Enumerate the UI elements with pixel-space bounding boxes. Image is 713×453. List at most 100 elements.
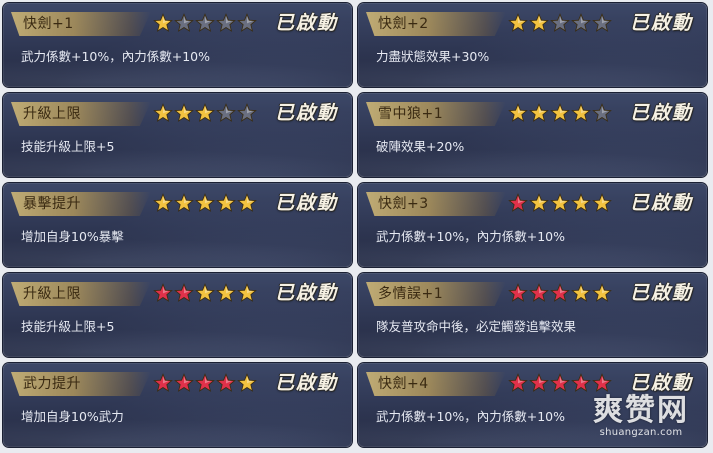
star-rating xyxy=(153,373,257,395)
activated-status: 已啟動 xyxy=(274,282,338,304)
red-star-icon xyxy=(571,373,591,393)
gold-star-icon xyxy=(153,103,173,123)
gold-star-icon xyxy=(216,193,236,213)
empty-star-icon xyxy=(195,13,215,33)
talent-grid: 快劍+1 已啟動 武力係數+10%，內力係數+10% 快劍+2 已啟動 力盡狀態效果+30… xyxy=(0,0,713,453)
star-rating xyxy=(508,13,612,35)
activated-status: 已啟動 xyxy=(629,12,693,34)
red-star-icon xyxy=(174,283,194,303)
talent-card[interactable]: 雪中狼+1 已啟動破陣效果+20% xyxy=(358,93,707,177)
talent-effect: 力盡狀態效果+30% xyxy=(376,49,490,64)
gold-star-icon xyxy=(529,193,549,213)
gold-star-icon xyxy=(508,13,528,33)
site-watermark: 爽赞网 shuangzan.com xyxy=(581,395,701,439)
talent-effect: 技能升級上限+5 xyxy=(21,319,115,334)
star-rating xyxy=(153,103,257,125)
star-rating xyxy=(508,283,612,305)
activated-status: 已啟動 xyxy=(274,192,338,214)
activated-status: 已啟動 xyxy=(274,12,338,34)
gold-star-icon xyxy=(592,283,612,303)
talent-title: 快劍+4 xyxy=(378,376,429,392)
talent-title: 暴擊提升 xyxy=(23,196,81,212)
gold-star-icon xyxy=(550,193,570,213)
talent-effect: 增加自身10%暴擊 xyxy=(21,229,124,244)
star-rating xyxy=(153,283,257,305)
star-rating xyxy=(508,193,612,215)
red-star-icon xyxy=(592,373,612,393)
gold-star-icon xyxy=(195,283,215,303)
empty-star-icon xyxy=(571,13,591,33)
talent-title: 快劍+3 xyxy=(378,196,429,212)
empty-star-icon xyxy=(174,13,194,33)
star-rating xyxy=(153,13,257,35)
talent-title: 快劍+1 xyxy=(23,16,74,32)
gold-star-icon xyxy=(237,283,257,303)
talent-card[interactable]: 暴擊提升 已啟動增加自身10%暴擊 xyxy=(3,183,352,267)
empty-star-icon xyxy=(550,13,570,33)
empty-star-icon xyxy=(592,103,612,123)
talent-card[interactable]: 快劍+3 已啟動武力係數+10%，內力係數+10% xyxy=(358,183,707,267)
talent-title: 升級上限 xyxy=(23,286,81,302)
talent-effect: 增加自身10%武力 xyxy=(21,409,124,424)
gold-star-icon xyxy=(174,103,194,123)
red-star-icon xyxy=(153,283,173,303)
talent-card[interactable]: 升級上限 已啟動技能升級上限+5 xyxy=(3,273,352,357)
talent-title: 快劍+2 xyxy=(378,16,429,32)
activated-status: 已啟動 xyxy=(274,102,338,124)
talent-effect: 武力係數+10%，內力係數+10% xyxy=(376,409,566,424)
talent-card[interactable]: 升級上限 已啟動技能升級上限+5 xyxy=(3,93,352,177)
watermark-logo: 爽赞网 xyxy=(593,393,689,428)
empty-star-icon xyxy=(237,13,257,33)
red-star-icon xyxy=(174,373,194,393)
red-star-icon xyxy=(529,283,549,303)
gold-star-icon xyxy=(174,193,194,213)
gold-star-icon xyxy=(550,103,570,123)
gold-star-icon xyxy=(153,13,173,33)
gold-star-icon xyxy=(571,283,591,303)
talent-effect: 武力係數+10%，內力係數+10% xyxy=(376,229,566,244)
talent-effect: 技能升級上限+5 xyxy=(21,139,115,154)
talent-card[interactable]: 武力提升 已啟動增加自身10%武力 xyxy=(3,363,352,447)
empty-star-icon xyxy=(216,13,236,33)
talent-card[interactable]: 快劍+1 已啟動武力係數+10%，內力係數+10% xyxy=(3,3,352,87)
gold-star-icon xyxy=(216,283,236,303)
gold-star-icon xyxy=(529,13,549,33)
red-star-icon xyxy=(216,373,236,393)
talent-card[interactable]: 多情誤+1 已啟動隊友普攻命中後，必定觸發追擊效果 xyxy=(358,273,707,357)
watermark-url: shuangzan.com xyxy=(599,427,683,438)
talent-card[interactable]: 快劍+2 已啟動力盡狀態效果+30% xyxy=(358,3,707,87)
gold-star-icon xyxy=(571,103,591,123)
gold-star-icon xyxy=(195,103,215,123)
activated-status: 已啟動 xyxy=(629,282,693,304)
talent-effect: 隊友普攻命中後，必定觸發追擊效果 xyxy=(376,319,577,334)
empty-star-icon xyxy=(216,103,236,123)
gold-star-icon xyxy=(571,193,591,213)
red-star-icon xyxy=(195,373,215,393)
gold-star-icon xyxy=(237,193,257,213)
talent-title: 武力提升 xyxy=(23,376,81,392)
star-rating xyxy=(153,193,257,215)
red-star-icon xyxy=(529,373,549,393)
activated-status: 已啟動 xyxy=(274,372,338,394)
red-star-icon xyxy=(153,373,173,393)
talent-title: 升級上限 xyxy=(23,106,81,122)
gold-star-icon xyxy=(237,373,257,393)
talent-effect: 破陣效果+20% xyxy=(376,139,465,154)
talent-title: 雪中狼+1 xyxy=(378,106,444,122)
gold-star-icon xyxy=(508,103,528,123)
star-rating xyxy=(508,373,612,395)
activated-status: 已啟動 xyxy=(629,192,693,214)
talent-title: 多情誤+1 xyxy=(378,286,444,302)
gold-star-icon xyxy=(529,103,549,123)
empty-star-icon xyxy=(237,103,257,123)
red-star-icon xyxy=(508,283,528,303)
activated-status: 已啟動 xyxy=(629,102,693,124)
gold-star-icon xyxy=(195,193,215,213)
gold-star-icon xyxy=(153,193,173,213)
talent-effect: 武力係數+10%，內力係數+10% xyxy=(21,49,211,64)
red-star-icon xyxy=(508,373,528,393)
gold-star-icon xyxy=(592,193,612,213)
star-rating xyxy=(508,103,612,125)
red-star-icon xyxy=(550,283,570,303)
empty-star-icon xyxy=(592,13,612,33)
